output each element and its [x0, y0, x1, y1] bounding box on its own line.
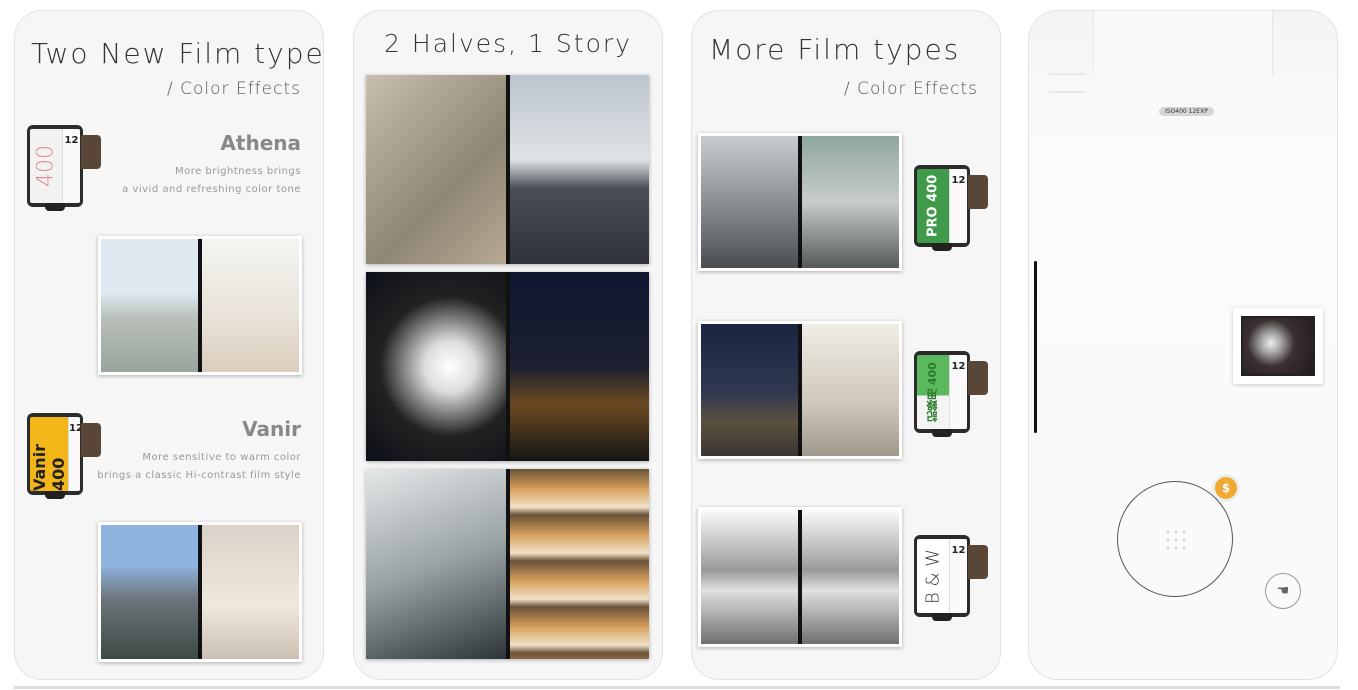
kiroku-400-film-canister: 記錄用 400 12 — [914, 347, 990, 437]
panel-title: 2 Halves, 1 Story — [384, 29, 632, 58]
camera-body-panel: ISO400 12EXP $ ☚ — [1028, 10, 1338, 680]
shutter-button[interactable] — [1117, 481, 1233, 597]
vanir-film-canister: Vanir 40012 — [27, 409, 103, 499]
coin-icon[interactable]: $ — [1212, 474, 1240, 502]
film-name-vanir: Vanir — [242, 417, 301, 441]
screenshot-panel-two-halves: 2 Halves, 1 Story — [353, 10, 663, 680]
sample-photo-bus-bw — [698, 507, 902, 647]
sample-photo-vanir — [98, 522, 302, 662]
screenshot-panel-more-film-types: More Film types / Color Effects PRO 400 1… — [691, 10, 1001, 680]
bottom-scrollbar[interactable] — [14, 686, 1340, 689]
sample-photo-athena — [98, 236, 302, 375]
panel-title: Two New Film types — [31, 37, 324, 70]
sample-photo-lanterns — [366, 272, 649, 461]
sample-photo-city — [366, 75, 649, 264]
sample-photo-escalator — [366, 469, 649, 659]
film-desc-vanir: More sensitive to warm color brings a cla… — [97, 452, 301, 481]
shutter-dots-icon — [1164, 528, 1188, 552]
viewfinder-top — [1093, 11, 1273, 75]
athena-film-canister: 400 12 — [27, 121, 103, 211]
pro400-film-canister: PRO 400 12 — [914, 161, 990, 251]
panel-subtitle: / Color Effects — [167, 79, 301, 99]
flash-toggle-button[interactable]: ☚ — [1265, 573, 1301, 609]
panel-subtitle: / Color Effects — [844, 79, 978, 99]
speaker-grille-icon — [1049, 73, 1085, 93]
film-name-athena: Athena — [220, 131, 301, 155]
iso-exp-badge: ISO400 12EXP — [1159, 107, 1214, 116]
last-photo-thumbnail[interactable] — [1233, 308, 1323, 384]
screenshot-panel-two-new-film-types: Two New Film types / Color Effects 400 12… — [14, 10, 324, 680]
bw-film-canister: B & W 12 — [914, 531, 990, 621]
sample-photo-night-street — [698, 321, 902, 459]
film-advance-slider[interactable] — [1034, 261, 1037, 433]
film-desc-athena: More brightness brings a vivid and refres… — [122, 166, 301, 195]
panel-title: More Film types — [709, 33, 961, 66]
sample-photo-subway — [698, 133, 902, 271]
